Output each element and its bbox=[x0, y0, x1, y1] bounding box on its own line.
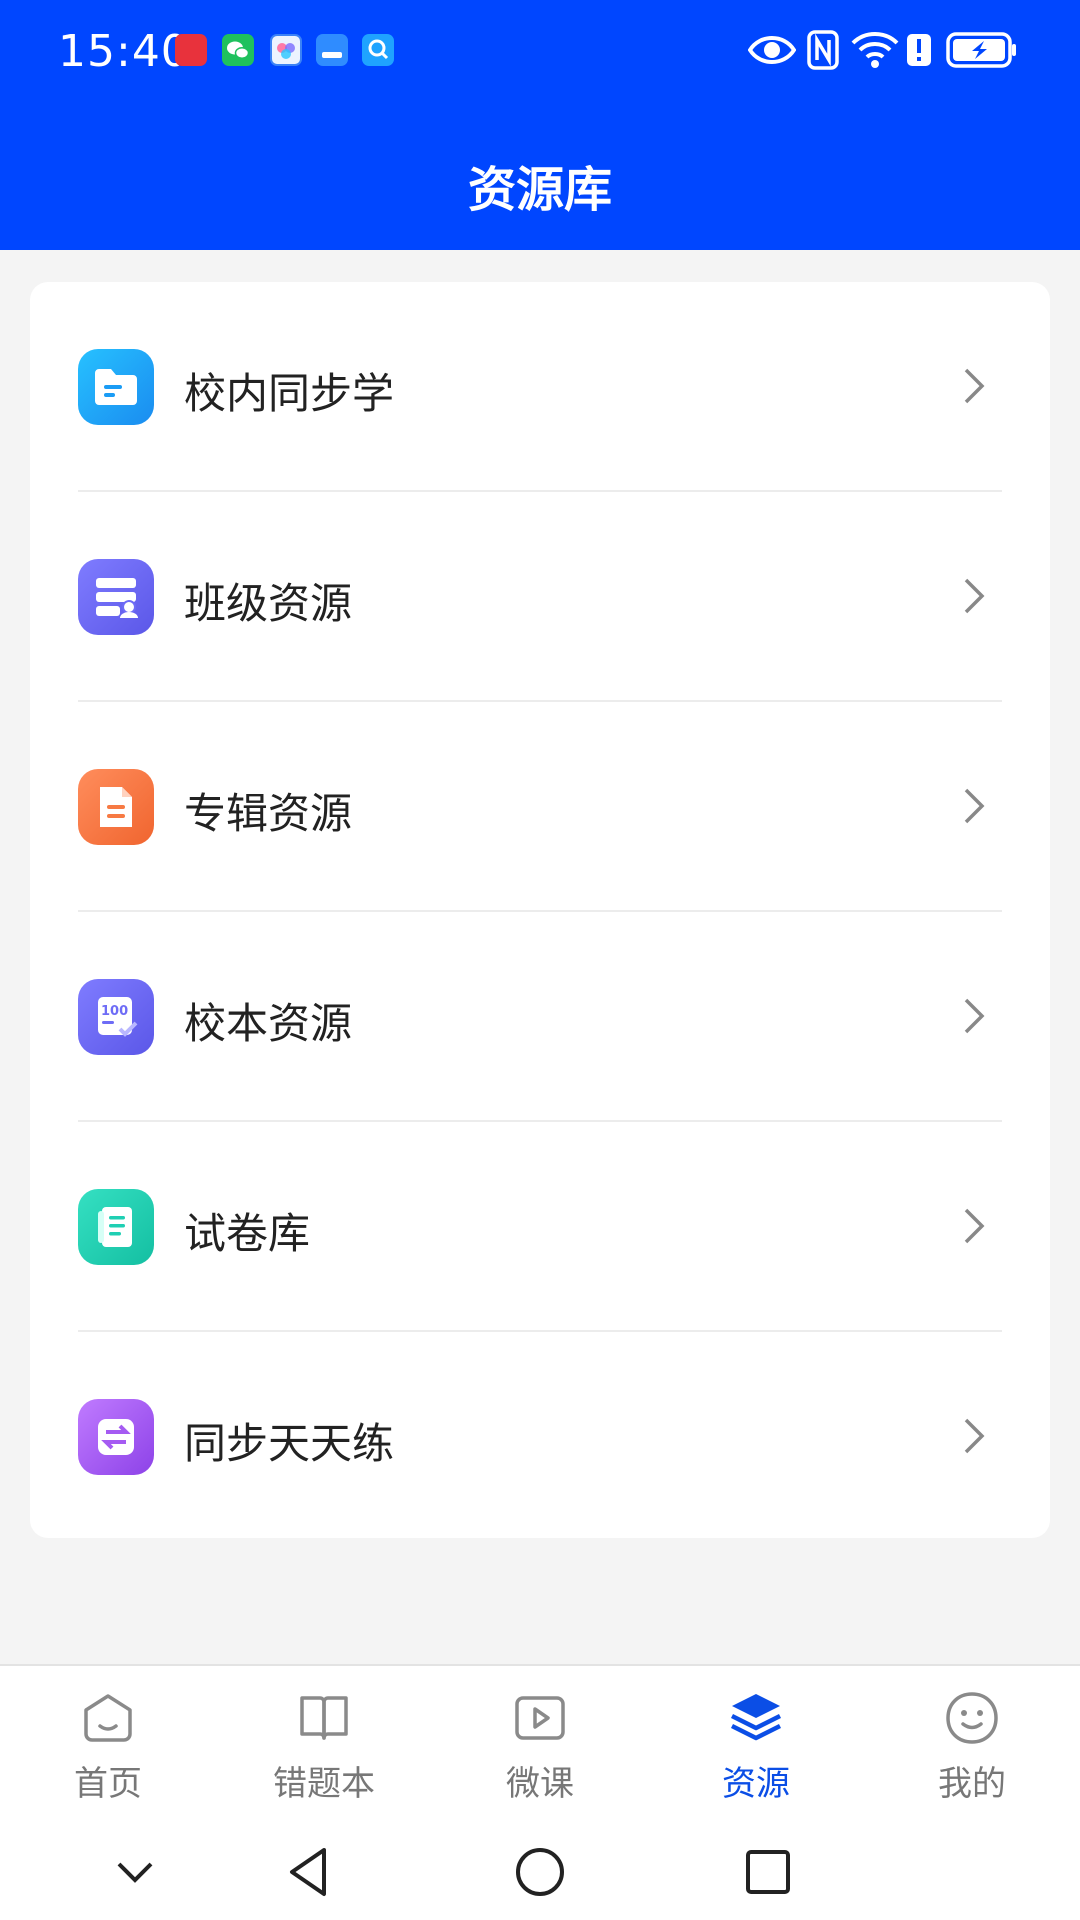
resource-menu-card: 校内同步学 班级资源 专辑资源 100 校本资源 试卷库 同步天天练 bbox=[30, 282, 1050, 1538]
menu-item-label: 试卷库 bbox=[184, 1209, 311, 1258]
class-resource-icon bbox=[78, 559, 154, 635]
menu-item-daily-practice[interactable]: 同步天天练 bbox=[30, 1332, 1050, 1542]
play-icon bbox=[515, 1696, 565, 1740]
status-bar: 15:40 bbox=[0, 0, 1080, 100]
chevron-right-icon bbox=[964, 998, 985, 1034]
system-nav-bar bbox=[0, 1824, 1080, 1920]
menu-item-label: 校本资源 bbox=[184, 999, 353, 1048]
home-circle-icon[interactable] bbox=[510, 1842, 570, 1902]
search-app-icon bbox=[362, 34, 394, 66]
menu-item-label: 班级资源 bbox=[184, 579, 353, 628]
exam-paper-icon bbox=[78, 1189, 154, 1265]
tab-label: 首页 bbox=[74, 1764, 142, 1804]
tab-resources[interactable]: 资源 bbox=[648, 1666, 864, 1826]
chevron-right-icon bbox=[964, 368, 985, 404]
tab-home[interactable]: 首页 bbox=[0, 1666, 216, 1826]
alert-icon bbox=[907, 34, 931, 66]
nfc-icon bbox=[807, 30, 839, 70]
chevron-right-icon bbox=[964, 578, 985, 614]
layers-icon bbox=[730, 1694, 782, 1741]
page-title: 资源库 bbox=[467, 162, 612, 218]
tab-mistake-book[interactable]: 错题本 bbox=[216, 1666, 432, 1826]
wechat-icon bbox=[222, 34, 254, 66]
chevron-right-icon bbox=[964, 1418, 985, 1454]
chevron-right-icon bbox=[964, 788, 985, 824]
tab-label: 我的 bbox=[938, 1764, 1006, 1804]
menu-item-exam-bank[interactable]: 试卷库 bbox=[30, 1122, 1050, 1332]
chevron-down-icon[interactable] bbox=[105, 1842, 165, 1902]
tab-label: 错题本 bbox=[273, 1764, 375, 1804]
menu-item-label: 同步天天练 bbox=[184, 1419, 395, 1468]
tab-mine[interactable]: 我的 bbox=[864, 1666, 1080, 1826]
book-icon bbox=[300, 1696, 348, 1740]
bottom-nav: 首页 错题本 微课 资源 我的 bbox=[0, 1664, 1080, 1824]
eye-icon bbox=[748, 36, 796, 64]
huawei-icon bbox=[175, 34, 207, 66]
svg-text:100: 100 bbox=[101, 1004, 128, 1019]
tab-label: 资源 bbox=[722, 1764, 790, 1804]
menu-item-label: 校内同步学 bbox=[184, 369, 395, 418]
sync-arrows-icon bbox=[78, 1399, 154, 1475]
battery-charging-icon bbox=[946, 32, 1016, 68]
home-icon bbox=[84, 1694, 132, 1742]
tab-micro-course[interactable]: 微课 bbox=[432, 1666, 648, 1826]
menu-item-album-resources[interactable]: 专辑资源 bbox=[30, 702, 1050, 912]
menu-item-class-resources[interactable]: 班级资源 bbox=[30, 492, 1050, 702]
status-time: 15:40 bbox=[58, 26, 190, 77]
smile-icon bbox=[946, 1692, 998, 1744]
menu-item-sync-learning[interactable]: 校内同步学 bbox=[30, 282, 1050, 492]
menu-item-label: 专辑资源 bbox=[184, 789, 353, 838]
document-icon bbox=[78, 769, 154, 845]
chevron-right-icon bbox=[964, 1208, 985, 1244]
score-100-icon: 100 bbox=[78, 979, 154, 1055]
reader-app-icon bbox=[316, 34, 348, 66]
header-bar: 15:40 资源库 bbox=[0, 0, 1080, 250]
gallery-app-icon bbox=[270, 34, 302, 66]
folder-icon bbox=[78, 349, 154, 425]
tab-label: 微课 bbox=[506, 1764, 574, 1804]
back-icon[interactable] bbox=[280, 1842, 340, 1902]
recent-apps-icon[interactable] bbox=[738, 1842, 798, 1902]
menu-item-school-resources[interactable]: 100 校本资源 bbox=[30, 912, 1050, 1122]
wifi-icon bbox=[851, 32, 899, 68]
